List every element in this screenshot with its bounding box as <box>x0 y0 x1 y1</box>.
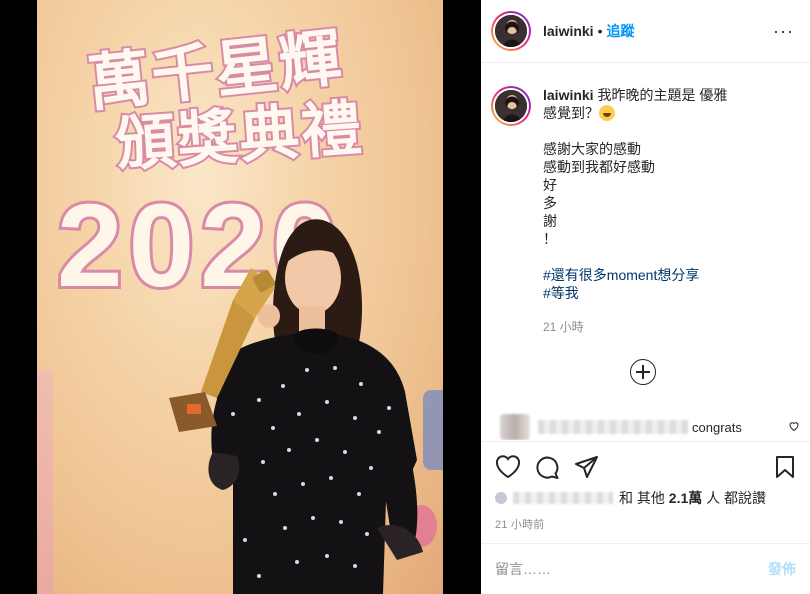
action-bar: 和 其他 2.1萬 人 都說讚 21 小時前 <box>481 441 810 532</box>
caption-text-line: 感動到我都好感動 <box>543 159 655 175</box>
post-media: 萬千星輝 頒獎典禮 2020 <box>0 0 481 594</box>
comment-input[interactable]: 留言…… <box>495 559 551 579</box>
share-icon[interactable] <box>574 455 599 479</box>
liker-avatar-blurred <box>495 492 507 504</box>
add-comment-bar: 留言…… 發佈 <box>481 543 810 594</box>
caption-line-1: 我昨晚的主題是 優雅 <box>597 87 728 103</box>
save-icon[interactable] <box>774 455 796 479</box>
comment-like-heart-icon[interactable] <box>788 420 800 435</box>
post-sidebar: laiwinki • 追蹤 ··· laiwinki 我昨晚的主題是 優雅 感覺… <box>481 0 810 594</box>
caption-text-line: 好 <box>543 177 557 193</box>
caption-username[interactable]: laiwinki <box>543 87 594 103</box>
follow-button[interactable]: 追蹤 <box>606 21 634 41</box>
more-options-icon[interactable]: ··· <box>773 21 794 42</box>
post-photo: 萬千星輝 頒獎典禮 2020 <box>37 0 443 594</box>
commenter-name-blurred[interactable] <box>538 420 688 434</box>
load-more-comments-icon[interactable] <box>630 359 656 385</box>
caption-avatar[interactable] <box>491 86 531 126</box>
avatar-portrait-small <box>495 90 527 122</box>
likes-summary[interactable]: 和 其他 2.1萬 人 都說讚 <box>495 488 796 508</box>
post-timestamp[interactable]: 21 小時前 <box>495 516 796 532</box>
author-username[interactable]: laiwinki <box>543 23 594 39</box>
hashtag-link[interactable]: #還有很多moment想分享 <box>543 266 798 284</box>
post-header: laiwinki • 追蹤 ··· <box>481 0 810 63</box>
comment-row: congrats <box>500 414 800 440</box>
likes-count: 2.1萬 <box>668 490 703 506</box>
hashtag-link[interactable]: #等我 <box>543 284 798 302</box>
heart-icon[interactable] <box>495 455 521 479</box>
caption-timestamp[interactable]: 21 小時 <box>543 318 800 335</box>
post-comment-button[interactable]: 發佈 <box>768 559 796 579</box>
woman-with-trophy-figure <box>169 219 423 594</box>
avatar-portrait <box>495 15 527 47</box>
caption-text-line: 感謝大家的感動 <box>543 141 641 157</box>
caption-text-line: 謝 <box>543 213 557 229</box>
caption: laiwinki 我昨晚的主題是 優雅 感覺到？ 感謝大家的感動 感動到我都好感… <box>491 86 800 302</box>
caption-text-line: 多 <box>543 195 557 211</box>
comments-section: laiwinki 我昨晚的主題是 優雅 感覺到？ 感謝大家的感動 感動到我都好感… <box>481 64 810 440</box>
emoji-rolling-laughing-icon <box>599 105 615 121</box>
caption-body: laiwinki 我昨晚的主題是 優雅 感覺到？ 感謝大家的感動 感動到我都好感… <box>543 86 798 302</box>
likes-suffix: 人 都說讚 <box>706 490 767 506</box>
commenter-avatar-blurred[interactable] <box>500 414 530 440</box>
liker-name-blurred <box>513 492 613 504</box>
comment-icon[interactable] <box>535 455 560 480</box>
caption-line-2: 感覺到？ <box>543 105 599 121</box>
separator-dot: • <box>597 23 603 39</box>
comment-text: congrats <box>692 419 742 435</box>
author-avatar[interactable] <box>491 11 531 51</box>
likes-prefix: 和 其他 <box>619 490 665 506</box>
caption-text-line: ！ <box>543 231 557 247</box>
